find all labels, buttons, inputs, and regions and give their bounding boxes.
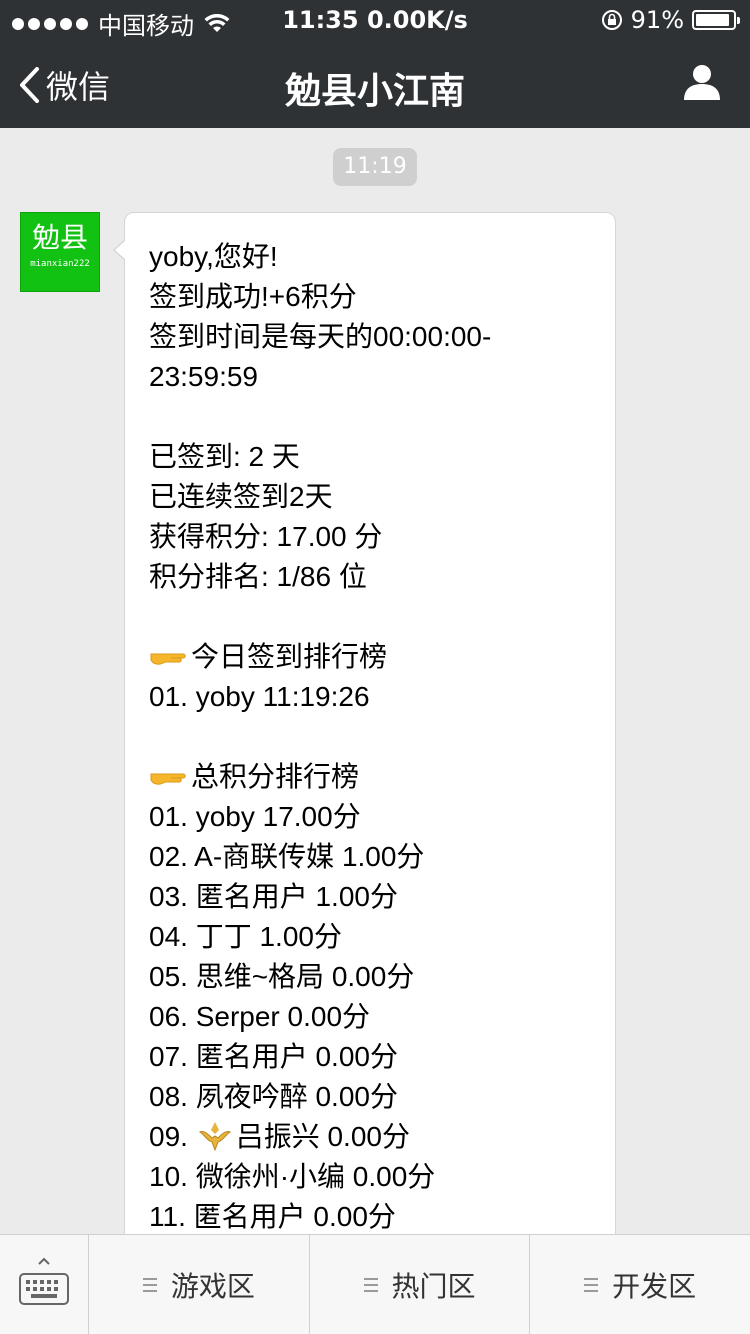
message-line: 04. 丁丁 1.00分: [149, 921, 342, 952]
message-line: 已签到: 2 天: [149, 441, 300, 472]
pointing-finger-icon: [150, 653, 186, 665]
rank-number: 09.: [149, 1121, 196, 1152]
pointing-finger-icon: [150, 773, 186, 785]
total-ranking-heading: 总积分排行榜: [191, 761, 360, 792]
keyboard-icon: [19, 1273, 69, 1305]
rank-name: 吕振兴 0.00分: [235, 1121, 410, 1152]
menu-item-games[interactable]: 游戏区: [89, 1235, 310, 1334]
message-bubble[interactable]: yoby,您好! 签到成功!+6积分 签到时间是每天的00:00:00- 23:…: [113, 212, 616, 1234]
message-line: 07. 匿名用户 0.00分: [149, 1041, 398, 1072]
menu-item-hot[interactable]: 热门区: [310, 1235, 531, 1334]
lock-rotation-icon: [601, 10, 622, 30]
message-line: 23:59:59: [149, 361, 258, 392]
message-line: 积分排名: 1/86 位: [149, 561, 367, 592]
menu-list-icon: [142, 1277, 157, 1292]
profile-icon: [684, 65, 720, 100]
chevron-up-icon: [38, 1257, 50, 1265]
message-line: 10. 微徐州·小编 0.00分: [149, 1161, 436, 1192]
sender-avatar[interactable]: 勉县 mianxian222: [20, 212, 100, 292]
message-line: 05. 思维~格局 0.00分: [149, 961, 415, 992]
battery-icon: [692, 10, 740, 30]
message-line: 09. 吕振兴 0.00分: [149, 1117, 599, 1157]
message-line: 总积分排行榜: [149, 757, 599, 797]
message-line: 06. Serper 0.00分: [149, 1001, 371, 1032]
message-line: 01. yoby 17.00分: [149, 801, 361, 832]
today-ranking-heading: 今日签到排行榜: [191, 641, 388, 672]
menu-list-icon: [584, 1277, 599, 1292]
menu-item-label: 开发区: [612, 1269, 697, 1303]
message-line: 08. 夙夜吟醉 0.00分: [149, 1081, 398, 1112]
menu-item-label: 游戏区: [170, 1269, 255, 1303]
avatar-text: 勉县: [31, 221, 88, 254]
status-bar: 中国移动 11:35 0.00K/s 91%: [0, 0, 750, 40]
message-line: 已连续签到2天: [149, 481, 333, 512]
chat-area[interactable]: 11:19 勉县 mianxian222 yoby,您好! 签到成功!+6积分 …: [0, 128, 750, 1234]
fleur-emblem-icon: [198, 1122, 231, 1152]
message-line: 获得积分: 17.00 分: [149, 521, 383, 552]
message-line: 签到时间是每天的00:00:00-: [149, 321, 492, 352]
avatar-subtext: mianxian222: [30, 259, 90, 269]
menu-item-dev[interactable]: 开发区: [530, 1235, 750, 1334]
battery-percent: 91%: [630, 6, 684, 34]
message-text: yoby,您好! 签到成功!+6积分 签到时间是每天的00:00:00- 23:…: [149, 237, 599, 1234]
message-line: 01. yoby 11:19:26: [149, 681, 370, 712]
menu-list-icon: [363, 1277, 378, 1292]
message-line: 今日签到排行榜: [149, 637, 599, 677]
profile-button[interactable]: [682, 62, 722, 106]
message-line: 签到成功!+6积分: [149, 281, 357, 312]
menu-item-label: 热门区: [391, 1269, 476, 1303]
chat-title: 勉县小江南: [284, 71, 465, 112]
nav-bar: 微信 勉县小江南: [0, 40, 750, 128]
message-timestamp: 11:19: [333, 148, 417, 186]
message-line: 11. 匿名用户 0.00分: [149, 1201, 396, 1232]
keyboard-toggle-button[interactable]: [0, 1235, 89, 1334]
message-line: 02. A-商联传媒 1.00分: [149, 841, 425, 872]
message-line: yoby,您好!: [149, 241, 278, 272]
custom-menu-bar: 游戏区 热门区 开发区: [0, 1234, 750, 1334]
message-line: 03. 匿名用户 1.00分: [149, 881, 398, 912]
